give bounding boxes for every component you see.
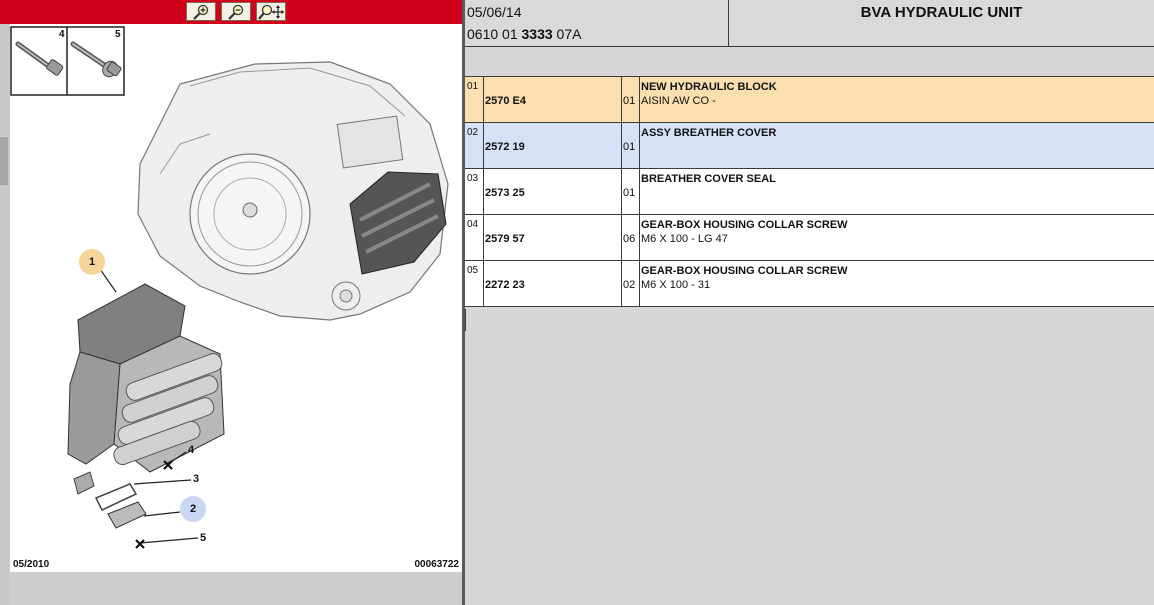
row-index: 03 <box>465 169 484 214</box>
table-row[interactable]: 04 2579 57 06 GEAR-BOX HOUSING COLLAR SCREW… <box>465 215 1154 261</box>
table-empty-area <box>465 309 1154 605</box>
part-description: GEAR-BOX HOUSING COLLAR SCREW M6 X 100 - … <box>640 215 1154 260</box>
row-index: 01 <box>465 77 484 122</box>
unit-title: BVA HYDRAULIC UNIT <box>860 4 1023 21</box>
part-reference[interactable]: 2572 19 <box>484 123 622 168</box>
part-name: ASSY BREATHER COVER <box>641 127 777 139</box>
part-reference[interactable]: 2573 25 <box>484 169 622 214</box>
diagram-pane: 4 5 1 2 3 4 5 05/2010 00063722 <box>0 0 464 605</box>
part-description: NEW HYDRAULIC BLOCK AISIN AW CO - <box>640 77 1154 122</box>
thumbnail-box <box>10 26 125 96</box>
part-quantity: 01 <box>622 77 640 122</box>
header-gap <box>465 47 1154 77</box>
left-scroll-strip <box>0 24 10 605</box>
exploded-diagram: 4 5 1 2 3 4 5 05/2010 00063722 <box>10 24 462 572</box>
zoom-in-button[interactable] <box>186 2 216 21</box>
row-index: 05 <box>465 261 484 306</box>
part-name: BREATHER COVER SEAL <box>641 173 776 185</box>
parts-pane: 05/06/14 0610 01 3333 07A BVA HYDRAULIC … <box>465 0 1154 605</box>
part-spec: M6 X 100 - LG 47 <box>641 233 728 245</box>
part-quantity: 02 <box>622 261 640 306</box>
zoom-pan-icon <box>258 4 284 20</box>
part-quantity: 01 <box>622 123 640 168</box>
callout-4-label[interactable]: 4 <box>188 444 194 456</box>
thumbnail-number-4: 4 <box>59 29 65 40</box>
part-description: GEAR-BOX HOUSING COLLAR SCREW M6 X 100 - … <box>640 261 1154 306</box>
callout-2-label[interactable]: 2 <box>190 503 196 515</box>
ref-prefix: 0610 01 <box>467 26 522 42</box>
part-name: NEW HYDRAULIC BLOCK <box>641 81 777 93</box>
part-name: GEAR-BOX HOUSING COLLAR SCREW <box>641 219 848 231</box>
diagram-number: 00063722 <box>414 559 460 570</box>
info-left-cell: 05/06/14 0610 01 3333 07A <box>465 0 729 46</box>
hydraulic-block-drawing <box>67 283 225 495</box>
part-reference[interactable]: 2579 57 <box>484 215 622 260</box>
catalog-date: 05/06/14 <box>467 4 522 20</box>
part-spec: M6 X 100 - 31 <box>641 279 711 291</box>
info-header: 05/06/14 0610 01 3333 07A BVA HYDRAULIC … <box>465 0 1154 47</box>
row-index: 02 <box>465 123 484 168</box>
callout-5-label[interactable]: 5 <box>200 532 206 544</box>
part-quantity: 01 <box>622 169 640 214</box>
part-quantity: 06 <box>622 215 640 260</box>
gearbox-drawing <box>137 61 449 321</box>
part-description: ASSY BREATHER COVER <box>640 123 1154 168</box>
ref-suffix: 07A <box>552 26 582 42</box>
zoom-in-icon <box>193 4 209 20</box>
part-spec: AISIN AW CO - <box>641 95 716 107</box>
diagram-drawing <box>10 26 449 549</box>
part-reference[interactable]: 2272 23 <box>484 261 622 306</box>
ref-bold: 3333 <box>521 26 553 42</box>
table-row[interactable]: 03 2573 25 01 BREATHER COVER SEAL <box>465 169 1154 215</box>
table-row[interactable]: 01 2570 E4 01 NEW HYDRAULIC BLOCK AISIN AW C… <box>465 77 1154 123</box>
zoom-out-icon <box>228 4 244 20</box>
zoom-out-button[interactable] <box>221 2 251 21</box>
part-reference[interactable]: 2570 E4 <box>484 77 622 122</box>
catalog-reference: 0610 01 3333 07A <box>467 26 581 42</box>
diagram-date: 05/2010 <box>13 559 50 570</box>
diagram-toolbar <box>0 0 464 24</box>
breather-parts-drawing <box>94 483 147 529</box>
callout-1-label[interactable]: 1 <box>89 256 95 268</box>
zoom-pan-button[interactable] <box>256 2 286 21</box>
callout-3-label[interactable]: 3 <box>193 473 199 485</box>
part-description: BREATHER COVER SEAL <box>640 169 1154 214</box>
screw-markers <box>135 460 173 549</box>
table-row[interactable]: 05 2272 23 02 GEAR-BOX HOUSING COLLAR SCREW… <box>465 261 1154 307</box>
thumbnail-number-5: 5 <box>115 29 121 40</box>
diagram-bottom-area <box>10 572 462 605</box>
row-index: 04 <box>465 215 484 260</box>
table-row[interactable]: 02 2572 19 01 ASSY BREATHER COVER <box>465 123 1154 169</box>
part-name: GEAR-BOX HOUSING COLLAR SCREW <box>641 265 848 277</box>
